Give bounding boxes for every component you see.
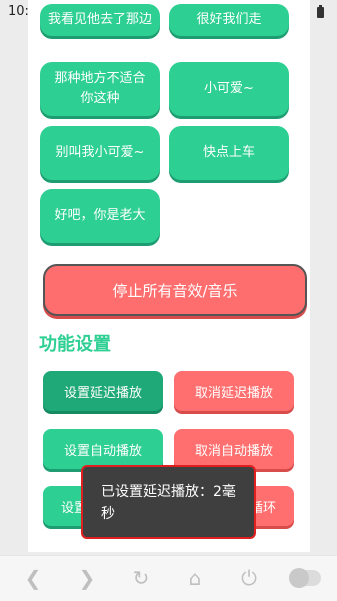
- sound-button[interactable]: 我看见他去了那边: [40, 4, 160, 36]
- toast-message: 已设置延迟播放：2毫秒: [81, 465, 256, 539]
- forward-icon[interactable]: ❯: [74, 566, 100, 590]
- sound-button[interactable]: 很好我们走: [169, 4, 289, 36]
- sound-button[interactable]: 快点上车: [169, 126, 289, 180]
- sound-button[interactable]: 小可爱~: [169, 62, 289, 116]
- stop-all-button[interactable]: 停止所有音效/音乐: [43, 264, 307, 316]
- cancel-autoplay-button[interactable]: 取消自动播放: [174, 429, 294, 469]
- toggle-knob: [289, 568, 309, 588]
- home-icon[interactable]: ⌂: [182, 566, 208, 590]
- bottom-nav: ❮ ❯ ↻ ⌂ ⏻: [0, 555, 337, 601]
- power-icon[interactable]: ⏻: [236, 566, 262, 590]
- sound-button[interactable]: 好吧，你是老大: [40, 189, 160, 243]
- sound-button[interactable]: 别叫我小可爱~: [40, 126, 160, 180]
- cancel-delay-button[interactable]: 取消延迟播放: [174, 371, 294, 411]
- sound-button[interactable]: 那种地方不适合你这种: [40, 62, 160, 116]
- set-delay-button[interactable]: 设置延迟播放: [43, 371, 163, 411]
- section-title: 功能设置: [39, 334, 111, 355]
- toggle-switch[interactable]: [289, 568, 321, 588]
- back-icon[interactable]: ❮: [20, 566, 46, 590]
- set-autoplay-button[interactable]: 设置自动播放: [43, 429, 163, 469]
- refresh-icon[interactable]: ↻: [128, 566, 154, 590]
